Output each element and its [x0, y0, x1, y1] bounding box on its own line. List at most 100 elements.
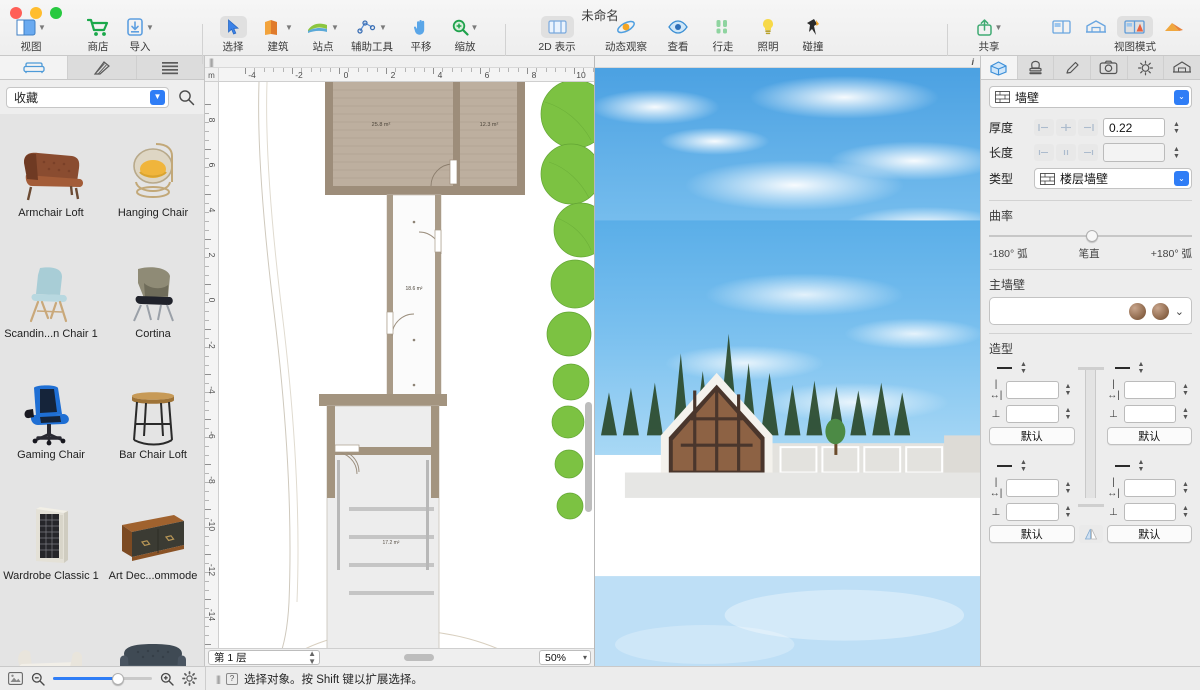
chevron-updown-icon[interactable]: ⌄ — [1174, 171, 1189, 186]
molding-top-right-width[interactable]: |↔| ▲ ▼ — [1107, 379, 1193, 401]
length-start-icon[interactable] — [1034, 144, 1054, 161]
info-icon[interactable]: i — [971, 57, 974, 67]
sidebar-tab-furniture[interactable] — [0, 56, 69, 79]
view-mode-plan-button[interactable] — [1048, 16, 1076, 38]
toolbar-inspect[interactable]: 查看 — [656, 16, 700, 54]
length-stepper[interactable]: ▲ ▼ — [1170, 146, 1183, 160]
properties-tab-object[interactable] — [981, 56, 1018, 79]
search-button[interactable] — [174, 86, 198, 108]
molding-bottom-right-width[interactable]: |↔| ▲ ▼ — [1107, 477, 1193, 499]
catalog-item[interactable]: Gaming Chair — [0, 360, 102, 481]
catalog-grid-area[interactable]: Armchair Loft Hanging Chair Scandin...n … — [0, 114, 204, 666]
molding-bottom-right-profile[interactable]: ▲ ▼ — [1107, 459, 1193, 473]
molding-top-left-default-button[interactable]: 默认 — [989, 427, 1075, 445]
molding-top-right-height[interactable]: ⊥ ▲ ▼ — [1107, 405, 1193, 423]
width-input[interactable] — [1006, 479, 1059, 497]
thickness-input[interactable]: 0.22 — [1103, 118, 1165, 137]
length-align-group[interactable] — [1034, 144, 1098, 161]
molding-top-left-profile[interactable]: ▲ ▼ — [989, 361, 1075, 375]
height-stepper[interactable]: ▲ ▼ — [1179, 505, 1192, 519]
align-right-icon[interactable] — [1078, 119, 1098, 136]
gear-icon[interactable] — [182, 671, 197, 686]
view-mode-render-button[interactable] — [1160, 16, 1188, 38]
catalog-item[interactable]: Armchair Loft — [0, 118, 102, 239]
toolbar-lighting[interactable]: 照明 — [746, 16, 790, 54]
height-stepper[interactable]: ▲ ▼ — [1062, 407, 1075, 421]
toolbar-pan[interactable]: 平移 — [399, 16, 443, 54]
toolbar-select[interactable]: 选择 — [211, 16, 255, 54]
height-stepper[interactable]: ▲ ▼ — [1062, 505, 1075, 519]
toolbar-site[interactable]: ▼ 站点 — [301, 16, 345, 54]
toolbar-2d-display[interactable]: 2D 表示 — [524, 16, 590, 54]
zoom-in-icon[interactable] — [160, 672, 174, 686]
toolbar-import[interactable]: ▼ 导入 — [117, 16, 163, 54]
material-swatch-2[interactable] — [1151, 302, 1169, 320]
catalog-item[interactable]: Hanging Chair — [102, 118, 204, 239]
stepper-icon[interactable]: ▲ ▼ — [308, 650, 316, 665]
length-end-icon[interactable] — [1078, 144, 1098, 161]
viewport-3d-canvas[interactable] — [595, 68, 980, 666]
width-stepper[interactable]: ▲ ▼ — [1179, 383, 1192, 397]
molding-bottom-left-profile[interactable]: ▲ ▼ — [989, 459, 1075, 473]
width-stepper[interactable]: ▲ ▼ — [1062, 481, 1075, 495]
catalog-item[interactable]: Bar Chair Loft — [102, 360, 204, 481]
width-input[interactable] — [1006, 381, 1059, 399]
align-center-icon[interactable] — [1056, 119, 1076, 136]
selected-object-dropdown[interactable]: 墙壁 ⌄ — [989, 86, 1192, 108]
toolbar-store[interactable]: 商店 — [75, 16, 121, 54]
toolbar-walk[interactable]: 行走 — [701, 16, 745, 54]
catalog-item[interactable] — [102, 602, 204, 666]
height-stepper[interactable]: ▲ ▼ — [1179, 407, 1192, 421]
length-mid-icon[interactable] — [1056, 144, 1076, 161]
curvature-knob[interactable] — [1086, 230, 1099, 242]
chevron-down-icon[interactable]: ▼ — [150, 89, 165, 105]
sidebar-tab-materials[interactable] — [68, 56, 137, 79]
toolbar-view[interactable]: ▼ 视图 — [8, 16, 54, 54]
width-stepper[interactable]: ▲ ▼ — [1062, 383, 1075, 397]
length-input[interactable] — [1103, 143, 1165, 162]
profile-stepper[interactable]: ▲ ▼ — [1135, 361, 1148, 375]
height-input[interactable] — [1123, 503, 1176, 521]
plan-canvas[interactable]: 25.8 m² 12.3 m² 18.6 m² 17.2 m² — [219, 82, 594, 648]
molding-bottom-left-height[interactable]: ⊥ ▲ ▼ — [989, 503, 1075, 521]
molding-top-left-height[interactable]: ⊥ ▲ ▼ — [989, 405, 1075, 423]
catalog-zoom-slider[interactable] — [53, 672, 152, 685]
chevron-down-icon[interactable]: ▾ — [583, 653, 587, 662]
molding-bottom-left-width[interactable]: |↔| ▲ ▼ — [989, 477, 1075, 499]
plan-vertical-scrollbar[interactable] — [585, 402, 592, 512]
zoom-out-icon[interactable] — [31, 672, 45, 686]
thickness-align-group[interactable] — [1034, 119, 1098, 136]
catalog-item[interactable]: Scandin...n Chair 1 — [0, 239, 102, 360]
sidebar-tab-list[interactable] — [136, 56, 204, 79]
toolbar-collision[interactable]: 碰撞 — [791, 16, 835, 54]
plan-horizontal-scrollbar[interactable] — [324, 653, 535, 662]
zoom-selector[interactable]: 50% ▾ — [539, 650, 591, 665]
toolbar-zoom[interactable]: ▼ 缩放 — [443, 16, 487, 54]
height-input[interactable] — [1006, 503, 1059, 521]
properties-tab-camera[interactable] — [1091, 56, 1128, 79]
profile-stepper[interactable]: ▲ ▼ — [1017, 361, 1030, 375]
view-mode-split-button[interactable]: 视图模式 — [1114, 16, 1156, 53]
molding-top-right-profile[interactable]: ▲ ▼ — [1107, 361, 1193, 375]
material-swatch-1[interactable] — [1128, 302, 1146, 320]
help-icon[interactable]: ? — [226, 672, 239, 685]
floor-selector[interactable]: 第 1 层 ▲ ▼ — [208, 650, 320, 665]
drag-grip-icon[interactable]: ||| — [209, 57, 214, 67]
molding-top-right-default-button[interactable]: 默认 — [1106, 427, 1192, 445]
molding-top-left-width[interactable]: |↔| ▲ ▼ — [989, 379, 1075, 401]
align-left-icon[interactable] — [1034, 119, 1054, 136]
thickness-stepper[interactable]: ▲ ▼ — [1170, 121, 1183, 135]
properties-tab-edit[interactable] — [1054, 56, 1092, 79]
catalog-item[interactable]: Wardrobe Classic 1 — [0, 481, 102, 602]
properties-tab-paint[interactable] — [1017, 56, 1055, 79]
profile-stepper[interactable]: ▲ ▼ — [1017, 459, 1030, 473]
width-input[interactable] — [1123, 381, 1176, 399]
molding-bottom-right-height[interactable]: ⊥ ▲ ▼ — [1107, 503, 1193, 521]
main-wall-material-row[interactable]: ⌄ — [989, 297, 1192, 325]
toolbar-building[interactable]: ▼ 建筑 — [256, 16, 300, 54]
molding-bottom-right-default-button[interactable]: 默认 — [1106, 525, 1192, 543]
catalog-item[interactable] — [0, 602, 102, 666]
toolbar-helper-tools[interactable]: ▼ 辅助工具 — [345, 16, 399, 54]
search-input[interactable]: 收藏 ▼ — [6, 86, 169, 108]
mirror-button[interactable] — [1078, 525, 1103, 543]
